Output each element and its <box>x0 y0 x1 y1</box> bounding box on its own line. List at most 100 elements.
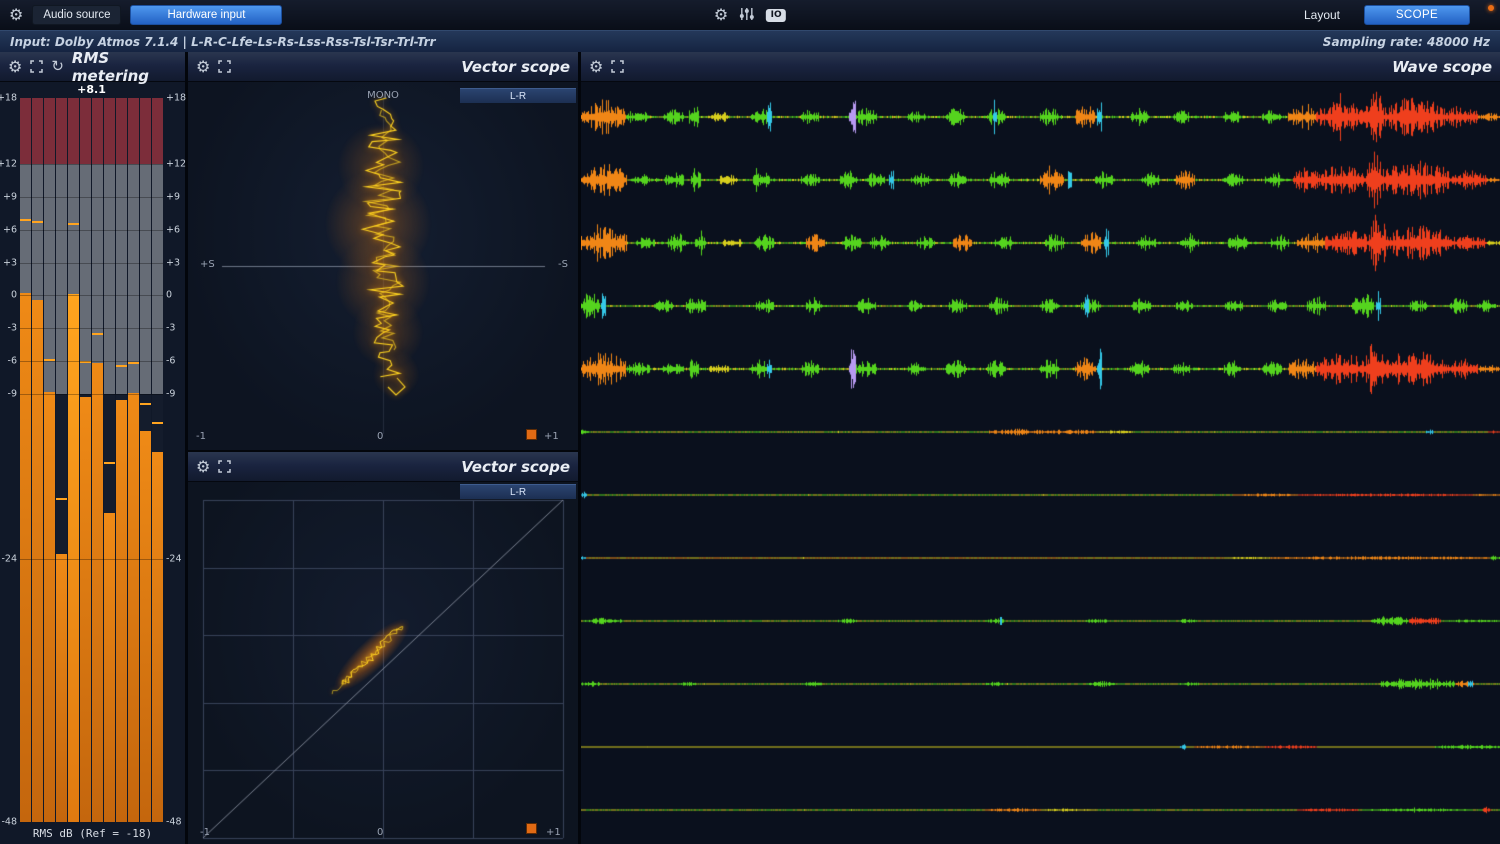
rms-tick-line <box>20 230 163 231</box>
rms-peak-marker <box>68 223 79 225</box>
wave-panel-header: ⚙ Wave scope <box>581 52 1500 82</box>
rms-scale-left-tick: -3 <box>8 323 17 334</box>
vector-bottom-title: Vector scope <box>461 458 570 476</box>
rms-meter-fill <box>80 397 91 822</box>
scope-button[interactable]: SCOPE <box>1364 5 1470 25</box>
rms-meter-fill <box>152 452 163 822</box>
rms-meter-channel <box>68 98 79 822</box>
toolbar-left-group: ⚙ Audio source Hardware input <box>0 5 282 25</box>
rms-settings-gear-icon[interactable]: ⚙ <box>8 59 22 75</box>
wave-expand-icon[interactable] <box>611 60 624 73</box>
rms-meter-channel <box>56 98 67 822</box>
trace-color-swatch[interactable] <box>526 429 537 440</box>
wave-settings-gear-icon[interactable]: ⚙ <box>589 59 603 75</box>
rms-scale-left-tick: -48 <box>1 817 17 828</box>
vector-bottom-mode-button[interactable]: L-R <box>460 484 576 499</box>
x-axis-tick: -1 <box>196 431 206 442</box>
vector-bottom-expand-icon[interactable] <box>218 460 231 473</box>
rms-scale-right-tick: 0 <box>166 290 172 301</box>
rms-peak-marker <box>116 365 127 367</box>
vector-top-mode-button[interactable]: L-R <box>460 88 576 103</box>
mixer-sliders-icon[interactable] <box>739 7 755 24</box>
rms-scale-left-tick: +3 <box>3 257 17 268</box>
rms-meter-channel <box>152 98 163 822</box>
wave-scope-display <box>581 82 1500 844</box>
rms-max-readout: +8.1 <box>20 83 163 96</box>
rms-meter-fill <box>32 300 43 822</box>
wave-scope-panel: ⚙ Wave scope <box>581 52 1500 844</box>
rms-peak-marker <box>140 403 151 405</box>
rms-peak-marker <box>152 422 163 424</box>
info-bar: Input: Dolby Atmos 7.1.4 | L-R-C-Lfe-Ls-… <box>0 30 1500 52</box>
vector-scope-xy-display <box>188 482 578 844</box>
rms-scale-right-tick: +3 <box>166 257 180 268</box>
rms-meter-area <box>20 98 163 822</box>
vector-scope-panel-top: ⚙ Vector scope L-R MONO +S -S -1 0 +1 <box>188 52 578 450</box>
rms-tick-line <box>20 295 163 296</box>
rms-metering-panel: ⚙ ↻ RMS metering +8.1 +18 +12 +9 +6 +3 0 -3 -6 -… <box>0 52 185 844</box>
rms-scale-right-tick: +18 <box>166 93 186 104</box>
rms-scale-left-tick: -24 <box>1 553 17 564</box>
audio-source-button[interactable]: Audio source <box>32 5 121 25</box>
toolbar-right-group: Layout SCOPE <box>1298 5 1500 25</box>
rms-scale-left-tick: -6 <box>8 356 17 367</box>
vector-top-expand-icon[interactable] <box>218 60 231 73</box>
x-axis-tick: 0 <box>377 431 383 442</box>
rms-meter-channel <box>128 98 139 822</box>
rms-scale-left-tick: -9 <box>8 389 17 400</box>
minus-s-axis-label: -S <box>558 259 568 270</box>
rms-scale-right-tick: -6 <box>166 356 175 367</box>
rms-body: +18+12+9+6+30-3-6-9-24-48 +18+12+9+6+30-… <box>0 98 185 822</box>
vector-top-settings-gear-icon[interactable]: ⚙ <box>196 59 210 75</box>
top-toolbar: ⚙ Audio source Hardware input ⚙ IO Layou… <box>0 0 1500 30</box>
rms-scale-right-tick: -9 <box>166 389 175 400</box>
preferences-gear-icon[interactable]: ⚙ <box>714 7 728 23</box>
rms-expand-icon[interactable] <box>30 60 43 73</box>
rms-scale-right-tick: +12 <box>166 158 186 169</box>
rms-tick-line <box>20 394 163 395</box>
trace-color-swatch[interactable] <box>526 823 537 834</box>
rms-meter-channel <box>140 98 151 822</box>
rms-meter-fill <box>92 363 103 822</box>
rms-scale-right-tick: -3 <box>166 323 175 334</box>
vector-bottom-settings-gear-icon[interactable]: ⚙ <box>196 459 210 475</box>
rms-panel-header: ⚙ ↻ RMS metering <box>0 52 185 82</box>
rms-peak-marker <box>128 362 139 364</box>
x-axis-tick: 0 <box>377 827 383 838</box>
rms-tick-line <box>20 164 163 165</box>
rms-scale-right-tick: +9 <box>166 191 180 202</box>
rms-reference-label: RMS dB (Ref = -18) <box>0 827 185 840</box>
rms-meter-fill <box>116 400 127 822</box>
layout-button[interactable]: Layout <box>1298 5 1346 25</box>
plus-s-axis-label: +S <box>200 259 215 270</box>
x-axis-tick: +1 <box>544 431 559 442</box>
rms-scale-left: +18+12+9+6+30-3-6-9-24-48 <box>0 98 19 822</box>
rms-scale-right-tick: -48 <box>166 817 182 828</box>
hardware-input-button[interactable]: Hardware input <box>130 5 282 25</box>
rms-meter-fill <box>44 392 55 822</box>
rms-tick-line <box>20 263 163 264</box>
rms-meter-channel <box>92 98 103 822</box>
rms-scale-left-tick: +9 <box>3 191 17 202</box>
io-routing-icon[interactable]: IO <box>766 9 786 22</box>
rms-peak-marker <box>32 221 43 223</box>
rms-meter-channel <box>20 98 31 822</box>
rms-peak-marker <box>56 498 67 500</box>
settings-gear-icon[interactable]: ⚙ <box>9 7 23 23</box>
rms-peak-marker <box>104 462 115 464</box>
wave-panel-title: Wave scope <box>1392 58 1492 76</box>
x-axis-tick: -1 <box>200 827 210 838</box>
rms-meter-fill <box>20 293 31 822</box>
vector-scope-panel-bottom: ⚙ Vector scope L-R -1 0 +1 <box>188 452 578 844</box>
vector-top-title: Vector scope <box>461 58 570 76</box>
rms-scale-right-tick: +6 <box>166 224 180 235</box>
rms-reset-icon[interactable]: ↻ <box>51 59 64 74</box>
rms-scale-left-tick: +18 <box>0 93 17 104</box>
rms-panel-title: RMS metering <box>72 49 177 85</box>
sampling-rate-label: Sampling rate: 48000 Hz <box>1323 35 1490 49</box>
toolbar-center-group: ⚙ IO <box>714 7 786 24</box>
rms-meter-channel <box>32 98 43 822</box>
rms-tick-line <box>20 197 163 198</box>
rms-tick-line <box>20 328 163 329</box>
main-content: ⚙ ↻ RMS metering +8.1 +18 +12 +9 +6 +3 0 -3 -6 -… <box>0 52 1500 844</box>
